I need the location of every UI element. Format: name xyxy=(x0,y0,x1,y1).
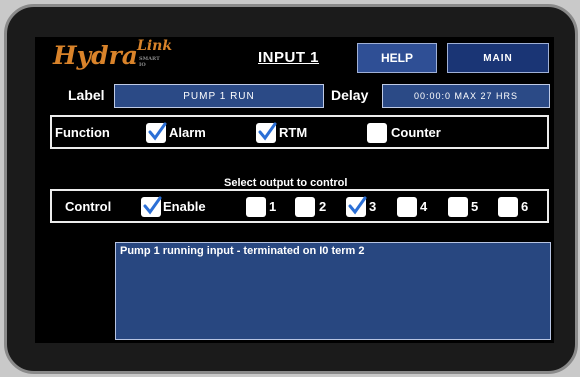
output-6-checkbox[interactable] xyxy=(498,197,518,217)
description-textarea[interactable]: Pump 1 running input - terminated on I0 … xyxy=(115,242,551,340)
checkmark-icon xyxy=(348,196,367,215)
output-hint: Select output to control xyxy=(224,177,348,189)
checkmark-icon xyxy=(148,122,167,141)
logo-main-text: Hydra xyxy=(53,41,138,70)
rtm-label: RTM xyxy=(279,125,308,140)
alarm-label: Alarm xyxy=(169,125,206,140)
output-5-checkbox[interactable] xyxy=(448,197,468,217)
enable-checkbox[interactable] xyxy=(141,196,162,217)
output-1-label: 1 xyxy=(269,199,277,214)
checkmark-icon xyxy=(143,196,162,215)
output-3-checkbox[interactable] xyxy=(346,196,367,217)
output-6-label: 6 xyxy=(521,199,529,214)
main-button[interactable]: MAIN xyxy=(447,43,549,73)
hmi-screen: Hydra Link SMART IO INPUT 1 HELP MAIN La… xyxy=(35,37,554,343)
label-caption: Label xyxy=(68,87,105,103)
delay-caption: Delay xyxy=(331,87,369,103)
function-caption: Function xyxy=(55,125,110,140)
logo-link-text: Link xyxy=(137,38,173,54)
rtm-checkbox[interactable] xyxy=(256,122,277,143)
output-5-label: 5 xyxy=(471,199,479,214)
control-caption: Control xyxy=(65,199,112,214)
enable-label: Enable xyxy=(163,199,206,214)
output-4-checkbox[interactable] xyxy=(397,197,417,217)
alarm-checkbox[interactable] xyxy=(146,122,167,143)
output-3-label: 3 xyxy=(369,199,377,214)
output-2-checkbox[interactable] xyxy=(295,197,315,217)
output-2-label: 2 xyxy=(319,199,327,214)
help-button[interactable]: HELP xyxy=(357,43,437,73)
output-4-label: 4 xyxy=(420,199,428,214)
label-field[interactable]: PUMP 1 RUN xyxy=(114,84,324,108)
page-title: INPUT 1 xyxy=(258,49,320,66)
delay-field[interactable]: 00:00:0 MAX 27 HRS xyxy=(382,84,550,108)
output-1-checkbox[interactable] xyxy=(246,197,266,217)
checkmark-icon xyxy=(258,122,277,141)
counter-checkbox[interactable] xyxy=(367,123,387,143)
hydralink-logo: Hydra Link SMART IO xyxy=(53,38,172,70)
counter-label: Counter xyxy=(391,125,441,140)
logo-sub-text: SMART IO xyxy=(139,56,160,68)
